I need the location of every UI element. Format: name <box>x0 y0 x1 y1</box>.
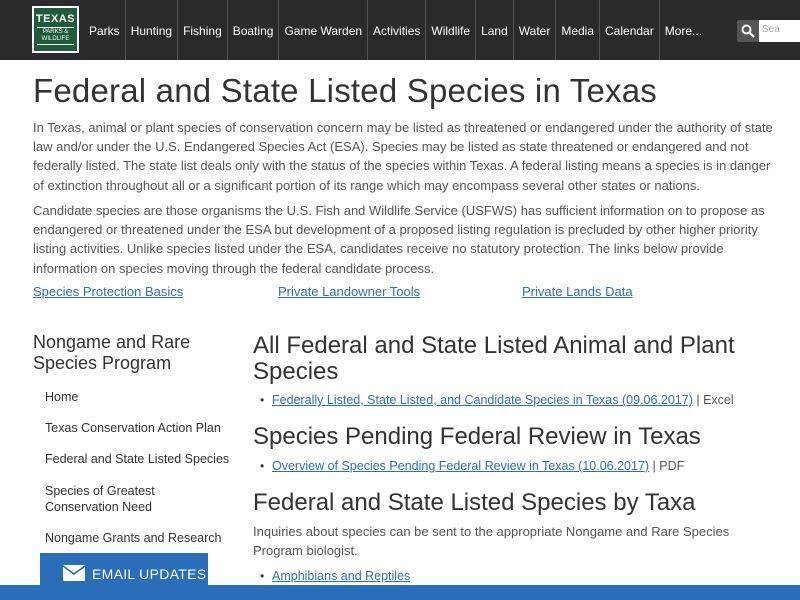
sidebar-item-listed-species[interactable]: Federal and State Listed Species <box>45 451 245 467</box>
file-type-label: | PDF <box>649 459 685 473</box>
nav-activities[interactable]: Activities <box>367 0 425 60</box>
link-private-lands-data[interactable]: Private Lands Data <box>522 284 633 299</box>
list-item: Overview of Species Pending Federal Revi… <box>260 458 685 474</box>
section-heading-pending-review: Species Pending Federal Review in Texas <box>253 423 701 450</box>
intro-paragraph-2: Candidate species are those organisms th… <box>33 203 765 276</box>
tpwd-logo[interactable]: TEXAS PARKS & WILDLIFE <box>32 6 79 53</box>
file-type-label: | Excel <box>692 393 734 407</box>
section-heading-by-taxa: Federal and State Listed Species by Taxa <box>253 489 696 516</box>
link-listed-species-excel[interactable]: Federally Listed, State Listed, and Cand… <box>272 393 693 407</box>
section-heading-all-listed: All Federal and State Listed Animal and … <box>253 332 735 385</box>
link-pending-review-pdf[interactable]: Overview of Species Pending Federal Revi… <box>272 459 649 473</box>
nav-land[interactable]: Land <box>475 0 513 60</box>
nav-more[interactable]: More... <box>658 0 707 60</box>
sidebar-item-sgcn[interactable]: Species of Greatest Conservation Need <box>45 483 195 515</box>
nav-water[interactable]: Water <box>512 0 556 60</box>
search-placeholder: Sea <box>762 24 780 35</box>
sidebar-title: Nongame and Rare Species Program <box>33 332 191 373</box>
list-item: Federally Listed, State Listed, and Cand… <box>260 392 734 408</box>
sidebar-item-action-plan[interactable]: Texas Conservation Action Plan <box>45 420 245 436</box>
link-amphibians-reptiles[interactable]: Amphibians and Reptiles <box>272 569 410 583</box>
nav-wildlife[interactable]: Wildlife <box>425 0 475 60</box>
nav-game-warden[interactable]: Game Warden <box>278 0 367 60</box>
search-button[interactable] <box>737 20 759 42</box>
nav-boating[interactable]: Boating <box>226 0 279 60</box>
top-nav-bar: TEXAS PARKS & WILDLIFE Parks Hunting Fis… <box>0 0 800 60</box>
sidebar-item-grants[interactable]: Nongame Grants and Research <box>45 530 245 546</box>
nav-calendar[interactable]: Calendar <box>599 0 659 60</box>
envelope-icon <box>62 565 86 581</box>
nav-fishing[interactable]: Fishing <box>177 0 227 60</box>
taxa-inquiry-text: Inquiries about species can be sent to t… <box>253 524 730 558</box>
list-item: Amphibians and Reptiles <box>260 568 410 584</box>
email-updates-label: EMAIL UPDATES <box>92 566 207 582</box>
nav-media[interactable]: Media <box>555 0 599 60</box>
nav-parks[interactable]: Parks <box>84 0 125 60</box>
nav-hunting[interactable]: Hunting <box>124 0 177 60</box>
email-updates-button[interactable]: EMAIL UPDATES <box>40 553 208 600</box>
logo-line-1: TEXAS <box>35 13 76 25</box>
link-private-landowner-tools[interactable]: Private Landowner Tools <box>278 284 420 299</box>
link-species-protection-basics[interactable]: Species Protection Basics <box>33 284 183 299</box>
page-title: Federal and State Listed Species in Texa… <box>33 72 657 109</box>
intro-paragraph-1: In Texas, animal or plant species of con… <box>33 120 773 193</box>
logo-line-2: PARKS & WILDLIFE <box>37 27 74 45</box>
sidebar-item-home[interactable]: Home <box>45 389 245 405</box>
search-icon <box>741 24 755 38</box>
main-nav: Parks Hunting Fishing Boating Game Warde… <box>84 0 707 60</box>
